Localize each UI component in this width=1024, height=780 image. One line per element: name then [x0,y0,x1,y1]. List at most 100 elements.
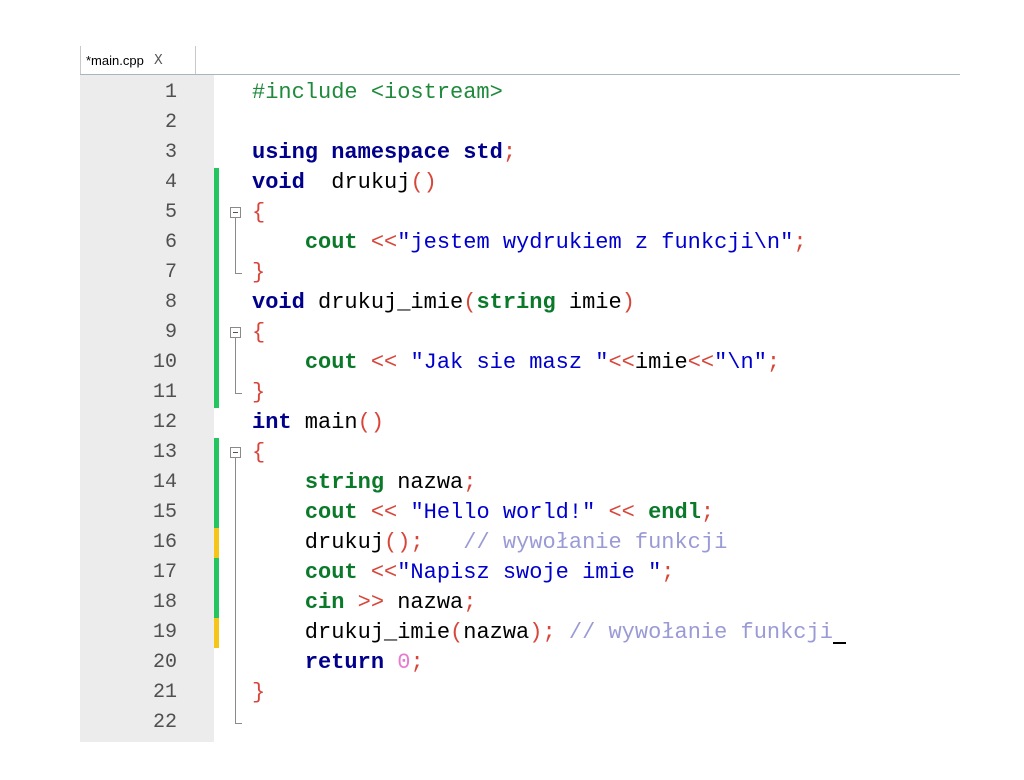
code-token: << [370,350,398,375]
code-token: ; [410,650,424,675]
code-token: drukuj_imie [304,290,464,315]
code-token: #include <iostream> [252,80,503,105]
code-line[interactable]: 2 [80,108,960,138]
code-line[interactable]: 21} [80,678,960,708]
code-token: << [608,500,635,525]
code-token: cout [304,500,358,525]
code-line[interactable]: 13 { [80,438,960,468]
fold-toggle-icon[interactable] [230,327,241,338]
code-text[interactable]: void drukuj_imie(string imie) [252,288,635,318]
code-token: { [252,200,266,225]
code-text[interactable]: { [252,318,265,348]
code-token: int [252,410,292,435]
code-token: cout [304,560,358,585]
code-token: (); [384,530,424,555]
code-token: ( [463,290,477,315]
code-line[interactable]: 6 cout <<"jestem wydrukiem z funkcji\n"; [80,228,960,258]
change-marker [214,318,219,348]
line-number: 18 [152,591,177,614]
line-number: 14 [152,471,177,494]
code-token: "Napisz swoje imie " [397,560,662,585]
code-text[interactable]: { [252,438,265,468]
code-token: >> [357,590,385,615]
code-line[interactable]: 16 drukuj(); // wywołanie funkcji [80,528,960,558]
change-marker [214,438,219,468]
code-token: return [304,650,385,675]
code-line[interactable]: 19 drukuj_imie(nazwa); // wywołanie funk… [80,618,960,648]
code-text[interactable]: void drukuj() [252,168,437,198]
code-area[interactable]: 1 #include <iostream> 2 3 using namespace st… [80,75,960,742]
close-icon[interactable]: X [154,53,163,68]
code-token: ; [502,140,517,165]
code-token: ; [766,350,781,375]
line-number: 9 [164,321,177,344]
code-line[interactable]: 11} [80,378,960,408]
code-line[interactable]: 22 [80,708,960,738]
line-number: 17 [152,561,177,584]
code-text[interactable]: cout <<"Napisz swoje imie "; [252,558,675,588]
code-text[interactable]: } [252,378,265,408]
code-token: "\n" [714,350,767,375]
code-text[interactable]: drukuj_imie(nazwa); // wywołanie funkcji [252,618,846,648]
code-text[interactable]: } [252,678,265,708]
code-token: endl [648,500,701,525]
code-token: ; [700,500,715,525]
code-text[interactable]: cout <<"jestem wydrukiem z funkcji\n"; [252,228,807,258]
code-text[interactable]: drukuj(); // wywołanie funkcji [252,528,728,558]
code-token: nazwa [384,590,464,615]
fold-guide [235,218,236,273]
code-line[interactable]: 9{ [80,318,960,348]
code-token: } [252,680,266,705]
code-line[interactable]: 15 cout << "Hello world!" << endl; [80,498,960,528]
fold-toggle-icon[interactable] [230,447,241,458]
code-line[interactable]: 10 cout << "Jak sie masz "<<imie<<"\n"; [80,348,960,378]
line-number: 20 [152,651,177,674]
line-number: 7 [164,261,177,284]
code-editor[interactable]: *main.cpp X 1 #include <iostream> 2 3 using … [80,46,960,742]
code-line[interactable]: 18 cin >> nazwa; [80,588,960,618]
code-text[interactable]: cout << "Jak sie masz "<<imie<<"\n"; [252,348,780,378]
code-token: main [291,410,358,435]
code-text[interactable]: #include <iostream> [252,78,503,108]
code-line[interactable]: 1 #include <iostream> [80,78,960,108]
line-number: 8 [164,291,177,314]
change-marker [214,168,219,198]
code-text[interactable]: cout << "Hello world!" << endl; [252,498,714,528]
line-number: 15 [152,501,177,524]
code-token: { [252,440,266,465]
code-line[interactable]: 12 int main() [80,408,960,438]
code-line[interactable]: 4 void drukuj() [80,168,960,198]
code-text[interactable]: { [252,198,265,228]
code-line[interactable]: 20 return 0; [80,648,960,678]
code-line[interactable]: 5{ [80,198,960,228]
line-number: 13 [152,441,177,464]
code-text[interactable]: string nazwa; [252,468,477,498]
line-number: 5 [164,201,177,224]
code-line[interactable]: 8 void drukuj_imie(string imie) [80,288,960,318]
code-line[interactable]: 3 using namespace std; [80,138,960,168]
code-text[interactable]: return 0; [252,648,424,678]
tab-main-cpp[interactable]: *main.cpp X [80,46,196,74]
change-marker [214,258,219,288]
code-text[interactable]: int main() [252,408,384,438]
fold-end [235,273,242,274]
code-text[interactable]: using namespace std; [252,138,516,168]
code-text[interactable]: } [252,258,265,288]
code-token: ); [529,620,556,645]
code-token: string [304,470,385,495]
code-text[interactable]: cin >> nazwa; [252,588,477,618]
text-cursor [832,618,846,644]
code-line[interactable]: 17 cout <<"Napisz swoje imie "; [80,558,960,588]
change-marker [214,558,219,588]
line-number: 22 [152,711,177,734]
code-line[interactable]: 14 string nazwa; [80,468,960,498]
code-token: "Jak sie masz " [410,350,609,375]
code-line[interactable]: 7} [80,258,960,288]
fold-toggle-icon[interactable] [230,207,241,218]
line-number: 2 [164,111,177,134]
